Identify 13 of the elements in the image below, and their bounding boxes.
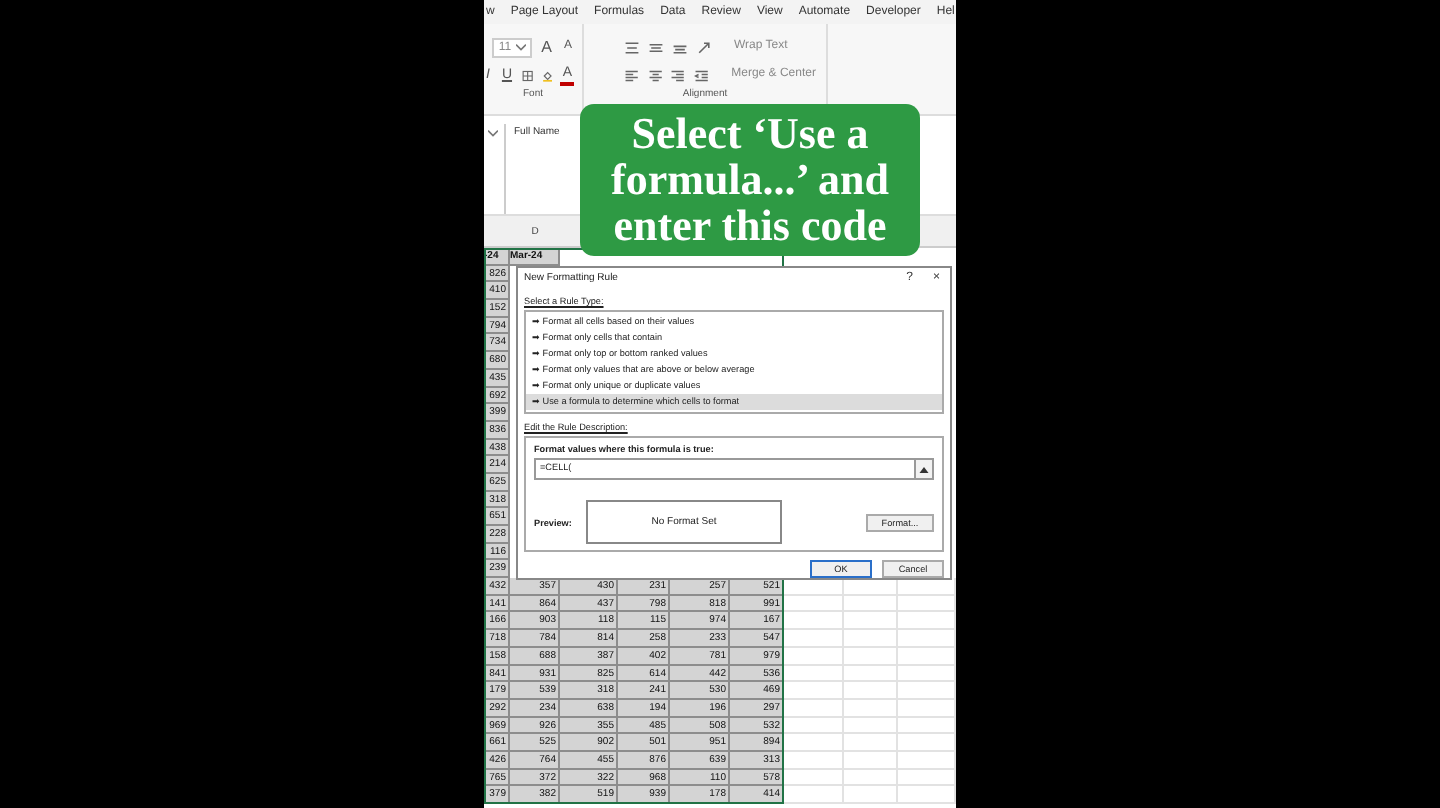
- align-middle-icon[interactable]: [648, 39, 664, 55]
- increase-font-button[interactable]: A: [539, 38, 554, 56]
- caption-banner: Select ‘Use a formula...’ and enter this code: [580, 104, 920, 256]
- align-left-icon[interactable]: [624, 67, 640, 83]
- fill-color-icon[interactable]: [541, 67, 553, 83]
- align-right-icon[interactable]: [670, 67, 686, 83]
- name-box-dropdown-icon[interactable]: [488, 130, 498, 138]
- decrease-indent-icon[interactable]: [693, 67, 710, 83]
- align-top-icon[interactable]: [624, 39, 640, 55]
- borders-icon[interactable]: [522, 67, 534, 83]
- caret-icon: [515, 43, 526, 51]
- align-center-icon[interactable]: [647, 67, 663, 83]
- orientation-icon[interactable]: [696, 39, 712, 55]
